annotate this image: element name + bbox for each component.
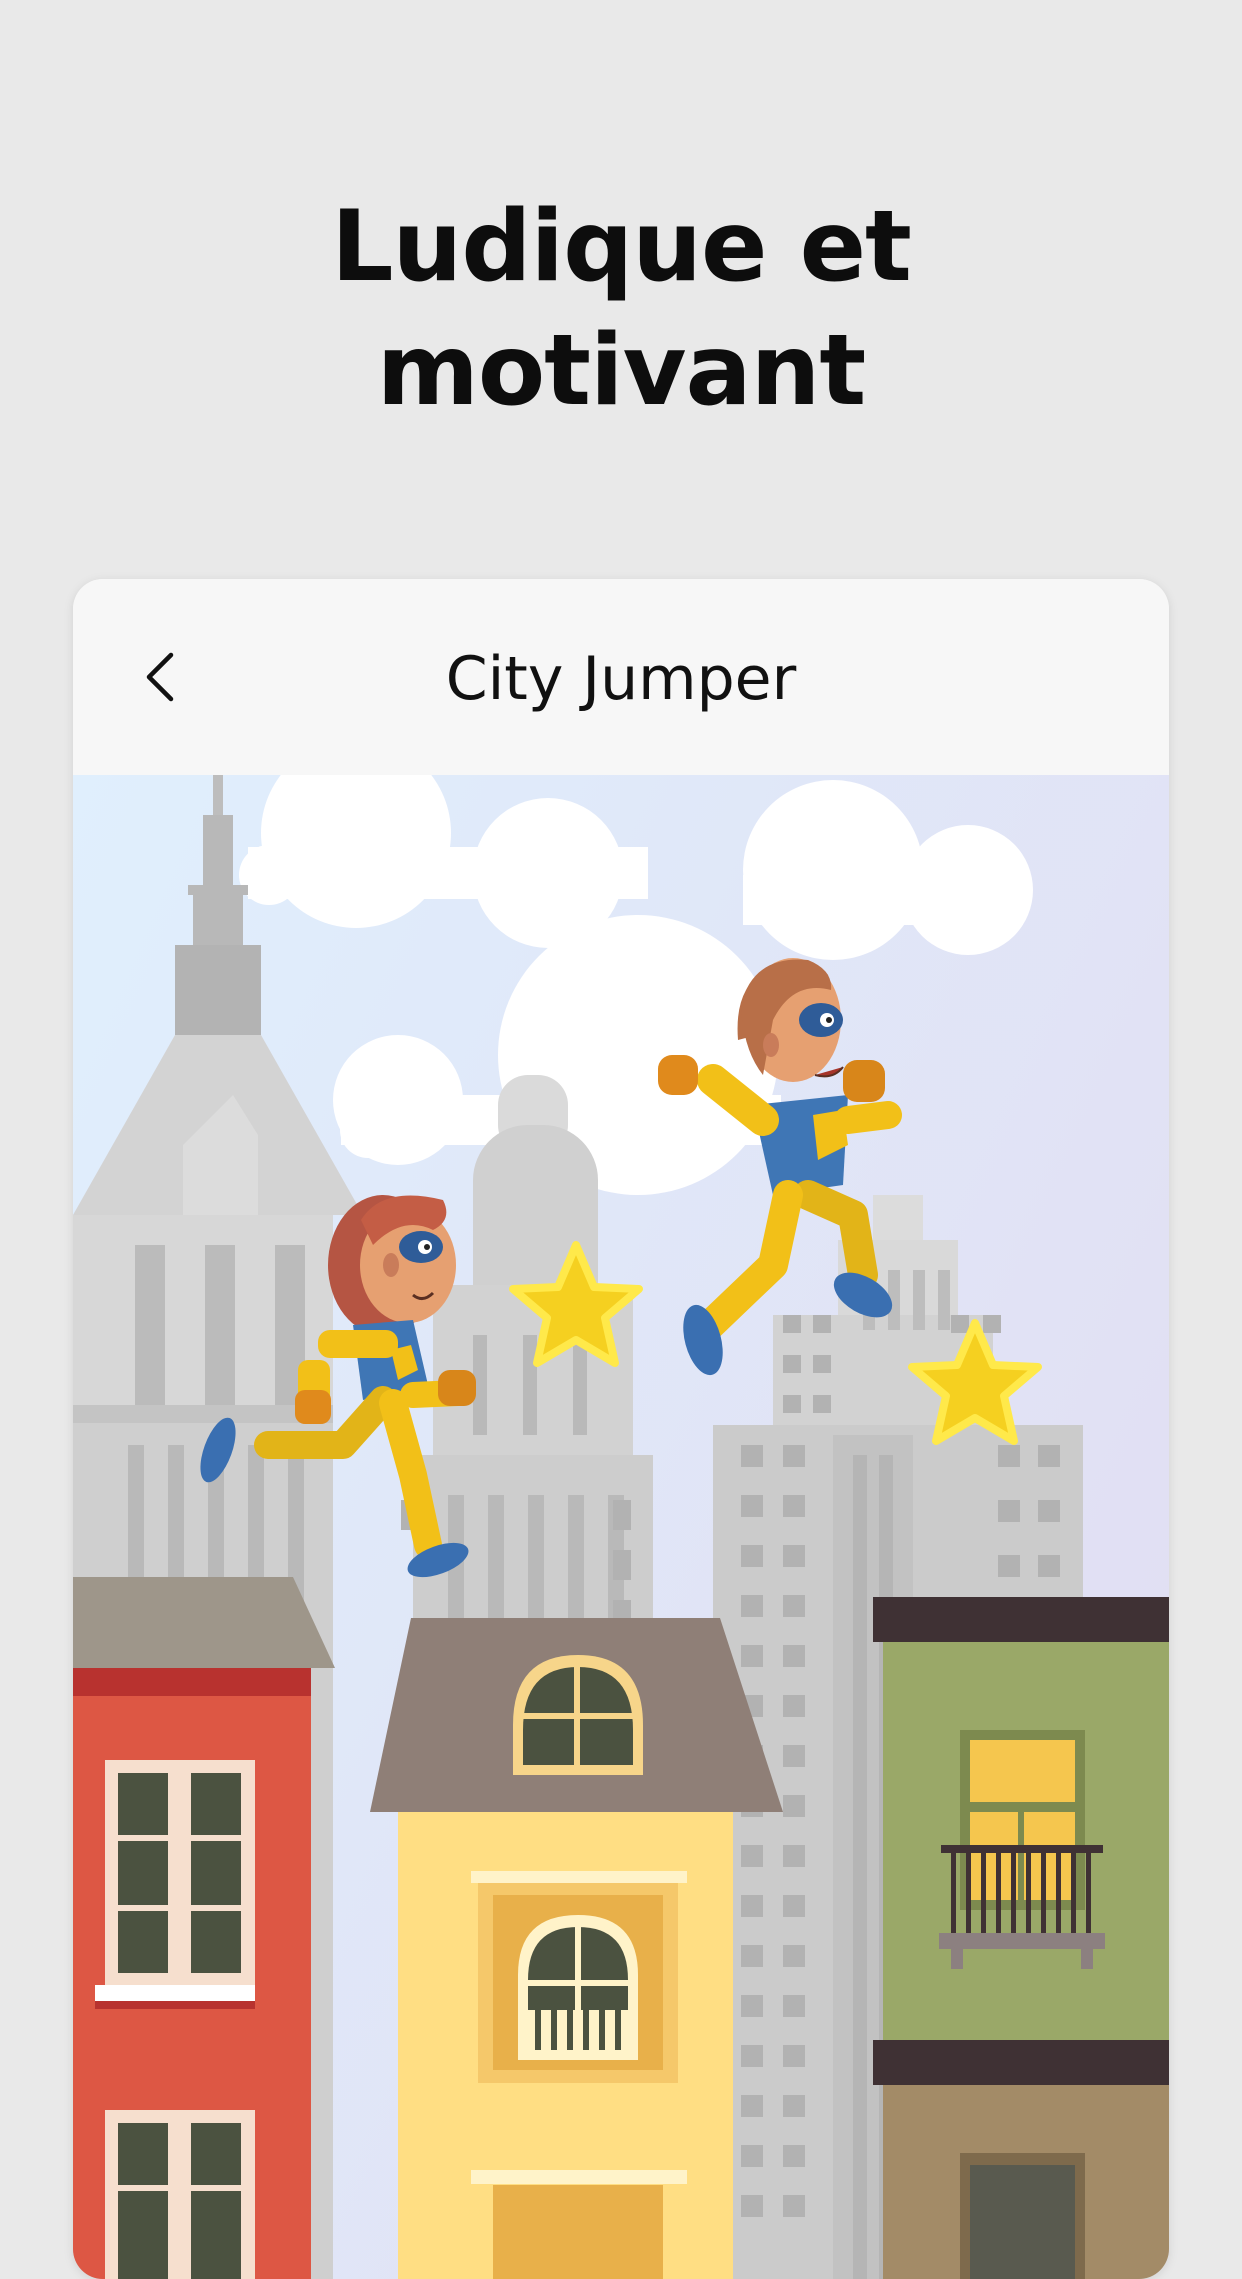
game-illustration	[73, 775, 1169, 2279]
page-headline: Ludique et motivant	[0, 185, 1242, 433]
game-card: City Jumper	[73, 579, 1169, 2279]
red-house	[73, 1577, 335, 2279]
yellow-house	[370, 1618, 783, 2279]
green-house	[873, 1597, 1169, 2279]
game-card-header: City Jumper	[73, 579, 1169, 775]
headline-line-1: Ludique et	[331, 190, 912, 304]
headline-line-2: motivant	[376, 314, 867, 428]
game-title: City Jumper	[445, 644, 797, 714]
